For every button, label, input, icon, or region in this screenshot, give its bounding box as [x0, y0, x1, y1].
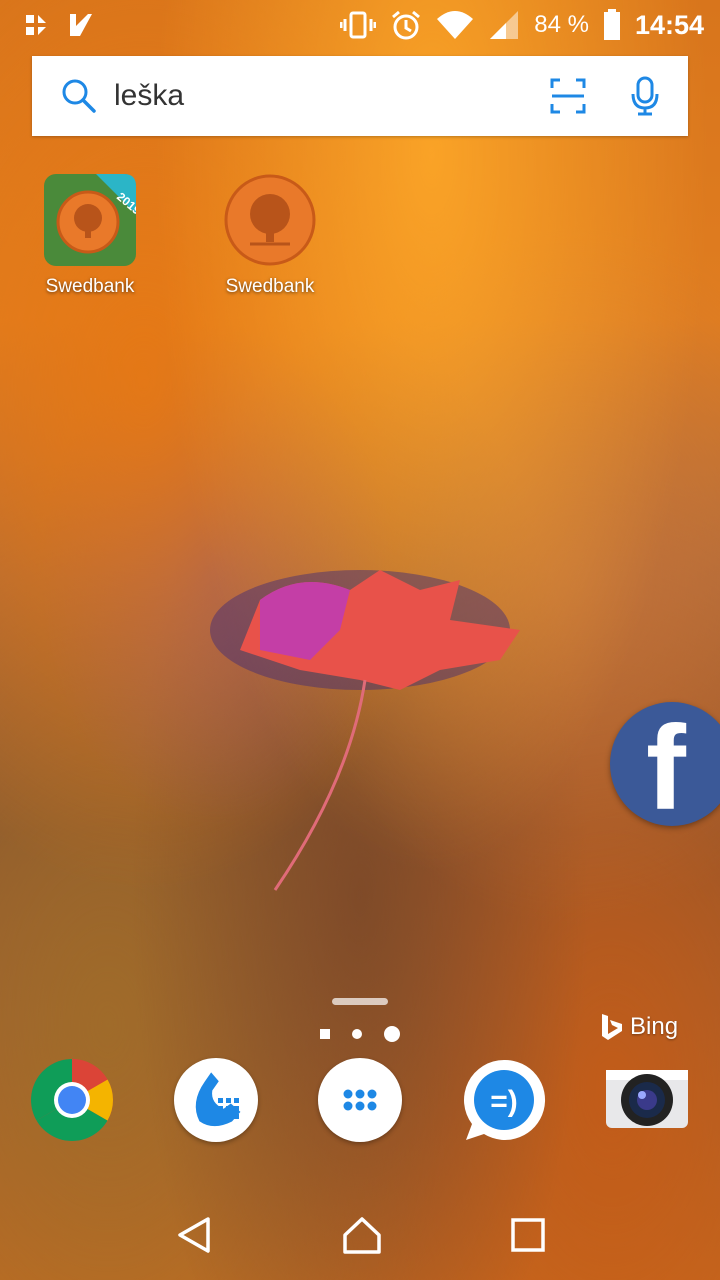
app-label: Swedbank	[225, 276, 315, 297]
vibrate-icon	[340, 11, 377, 39]
facebook-icon: f	[646, 702, 686, 826]
microphone-icon[interactable]	[630, 76, 660, 116]
app-drawer-icon	[343, 1089, 377, 1111]
status-bar: 84 % 14:54	[0, 0, 720, 50]
search-bar[interactable]: leška	[32, 56, 688, 136]
app-label: Swedbank	[45, 276, 135, 297]
svg-text:=): =)	[490, 1085, 518, 1118]
wallpaper-leaf	[210, 570, 520, 891]
navigation-bar	[0, 1190, 720, 1280]
home-icon[interactable]	[341, 1215, 383, 1255]
page-dot-home	[320, 1029, 330, 1039]
phone-icon	[195, 1072, 241, 1127]
bing-widget[interactable]: Bing	[600, 1012, 678, 1042]
facebook-chat-head[interactable]: f	[610, 702, 720, 826]
battery-percent: 84 %	[534, 11, 589, 38]
bing-icon	[602, 1014, 622, 1040]
camera-icon	[606, 1070, 688, 1128]
dock-chrome[interactable]	[30, 1058, 114, 1142]
wifi-icon	[437, 11, 474, 39]
battery-icon	[603, 9, 620, 40]
back-icon[interactable]	[174, 1215, 214, 1255]
dock-camera[interactable]	[604, 1058, 688, 1142]
swedbank-icon: 2019	[44, 174, 136, 266]
alarm-icon	[392, 10, 421, 40]
app-swedbank-2019[interactable]: 2019 Swedbank	[25, 174, 155, 298]
app-notification-icon	[26, 15, 46, 35]
page-indicator	[320, 1026, 400, 1042]
page-dot	[352, 1029, 362, 1039]
dock-messages[interactable]: =)	[462, 1058, 546, 1142]
checkmark-notification-icon	[70, 14, 92, 36]
dock-phone[interactable]	[174, 1058, 258, 1142]
recents-icon[interactable]	[510, 1217, 546, 1253]
swedbank-icon	[224, 174, 316, 266]
search-icon	[62, 79, 96, 113]
chrome-icon	[31, 1059, 113, 1141]
clock: 14:54	[634, 9, 704, 40]
app-drawer-handle[interactable]	[332, 998, 388, 1005]
cell-signal-icon	[490, 11, 519, 39]
messages-icon: =)	[464, 1059, 546, 1140]
dock-app-drawer[interactable]	[318, 1058, 402, 1142]
page-dot-active	[384, 1026, 400, 1042]
bing-label: Bing	[630, 1013, 679, 1040]
scan-icon[interactable]	[550, 78, 586, 114]
app-swedbank[interactable]: Swedbank	[205, 174, 335, 298]
search-input[interactable]: leška	[114, 79, 550, 113]
